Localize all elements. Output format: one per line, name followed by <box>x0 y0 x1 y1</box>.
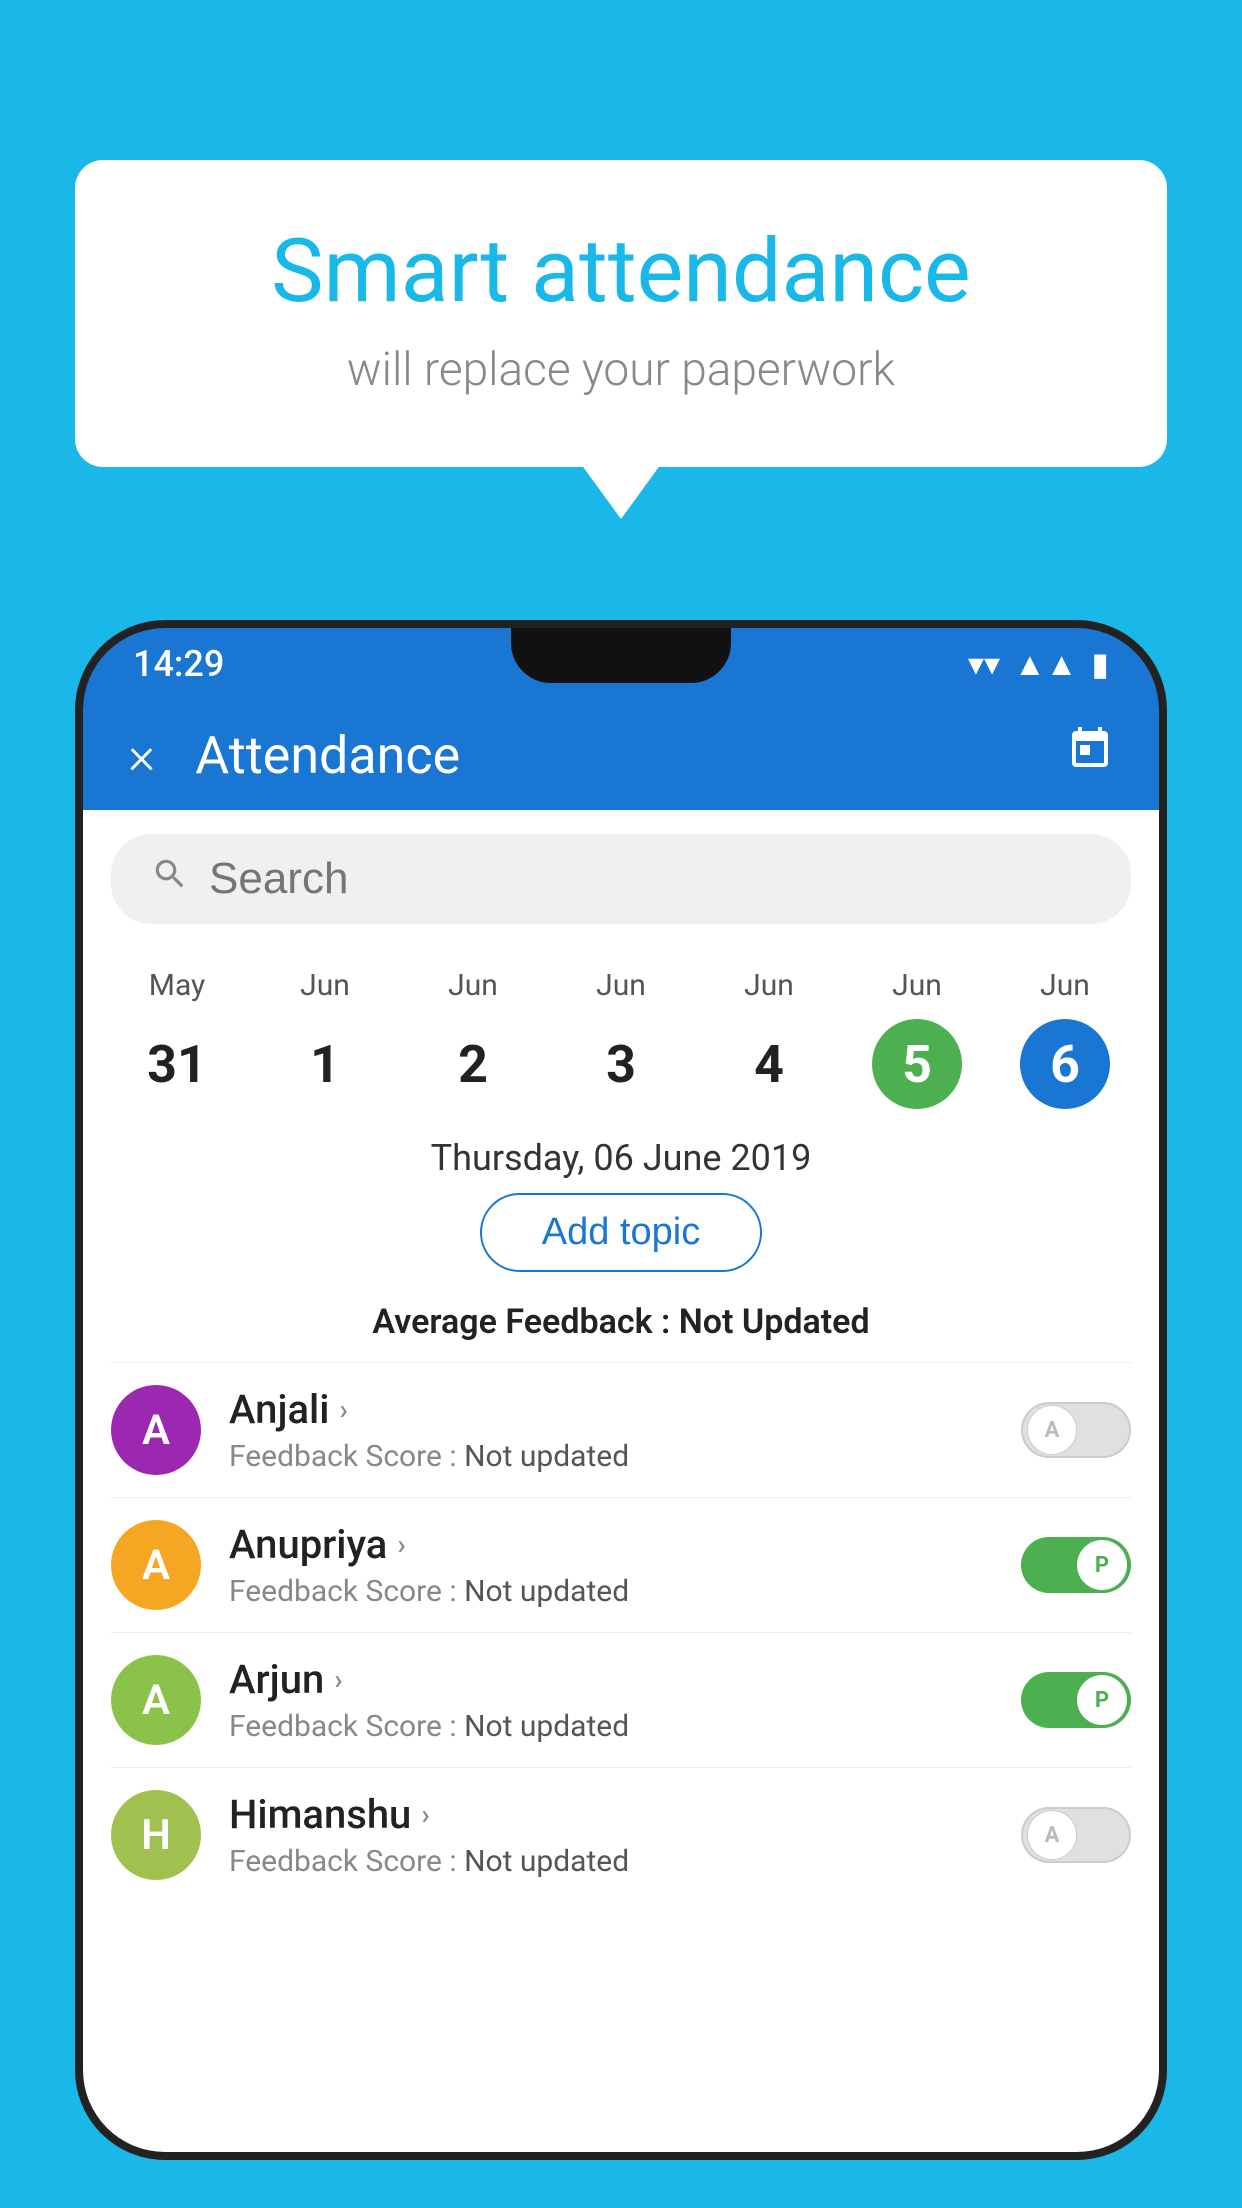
battery-icon: ▮ <box>1091 645 1109 683</box>
date-day[interactable]: 2 <box>428 1019 518 1109</box>
avatar: H <box>111 1790 201 1880</box>
attendance-toggle[interactable]: A <box>1021 1402 1131 1458</box>
toggle-knob: A <box>1027 1405 1077 1455</box>
avg-feedback-label: Average Feedback : <box>372 1302 678 1342</box>
app-title: Attendance <box>195 725 1026 786</box>
date-month: Jun <box>596 968 646 1003</box>
calendar-icon[interactable] <box>1066 725 1114 785</box>
student-item[interactable]: A Arjun › Feedback Score : Not updated P <box>111 1632 1131 1767</box>
student-feedback: Feedback Score : Not updated <box>229 1709 993 1744</box>
date-month: Jun <box>892 968 942 1003</box>
date-month: Jun <box>1040 968 1090 1003</box>
student-feedback: Feedback Score : Not updated <box>229 1574 993 1609</box>
chevron-icon: › <box>339 1393 347 1426</box>
student-info: Himanshu › Feedback Score : Not updated <box>229 1791 993 1879</box>
status-time: 14:29 <box>133 643 224 685</box>
avatar: A <box>111 1520 201 1610</box>
date-col[interactable]: Jun 3 <box>547 968 695 1109</box>
date-col[interactable]: Jun 2 <box>399 968 547 1109</box>
student-item[interactable]: A Anjali › Feedback Score : Not updated A <box>111 1362 1131 1497</box>
date-day[interactable]: 3 <box>576 1019 666 1109</box>
student-feedback: Feedback Score : Not updated <box>229 1844 993 1879</box>
date-col[interactable]: Jun 5 <box>843 968 991 1109</box>
toggle-knob: A <box>1027 1810 1077 1860</box>
date-day[interactable]: 1 <box>280 1019 370 1109</box>
avatar: A <box>111 1655 201 1745</box>
toggle-container[interactable]: P <box>1021 1537 1131 1593</box>
app-bar: × Attendance <box>83 700 1159 810</box>
avg-feedback: Average Feedback : Not Updated <box>83 1292 1159 1362</box>
date-col[interactable]: May 31 <box>103 968 251 1109</box>
add-topic-button[interactable]: Add topic <box>480 1193 762 1272</box>
student-info: Anjali › Feedback Score : Not updated <box>229 1386 993 1474</box>
date-month: Jun <box>448 968 498 1003</box>
date-col[interactable]: Jun 4 <box>695 968 843 1109</box>
date-day[interactable]: 31 <box>132 1019 222 1109</box>
attendance-toggle[interactable]: P <box>1021 1672 1131 1728</box>
student-item[interactable]: H Himanshu › Feedback Score : Not updated A <box>111 1767 1131 1902</box>
chevron-icon: › <box>421 1798 429 1831</box>
date-day[interactable]: 4 <box>724 1019 814 1109</box>
avatar: A <box>111 1385 201 1475</box>
screen-content: May 31 Jun 1 Jun 2 Jun 3 Jun 4 Jun 5 Jun 6 Thursday, … <box>83 810 1159 2152</box>
date-month: Jun <box>744 968 794 1003</box>
status-icons: ▾▾ ▲▲ ▮ <box>968 645 1109 683</box>
bubble-subtitle: will replace your paperwork <box>155 343 1087 397</box>
date-day[interactable]: 5 <box>872 1019 962 1109</box>
signal-icon: ▲▲ <box>1014 645 1077 683</box>
student-info: Anupriya › Feedback Score : Not updated <box>229 1521 993 1609</box>
date-day[interactable]: 6 <box>1020 1019 1110 1109</box>
attendance-toggle[interactable]: A <box>1021 1807 1131 1863</box>
close-button[interactable]: × <box>128 725 155 786</box>
student-info: Arjun › Feedback Score : Not updated <box>229 1656 993 1744</box>
student-feedback: Feedback Score : Not updated <box>229 1439 993 1474</box>
date-col[interactable]: Jun 1 <box>251 968 399 1109</box>
date-scroller: May 31 Jun 1 Jun 2 Jun 3 Jun 4 Jun 5 Jun 6 <box>83 948 1159 1119</box>
wifi-icon: ▾▾ <box>968 645 1000 683</box>
chevron-icon: › <box>397 1528 405 1561</box>
student-name: Anjali › <box>229 1386 993 1433</box>
bubble-title: Smart attendance <box>155 220 1087 323</box>
date-month: May <box>149 968 205 1003</box>
speech-bubble: Smart attendance will replace your paper… <box>75 160 1167 467</box>
student-name: Arjun › <box>229 1656 993 1703</box>
avg-feedback-value: Not Updated <box>679 1302 870 1342</box>
phone-frame: 14:29 ▾▾ ▲▲ ▮ × Attendance <box>75 620 1167 2160</box>
student-list: AAnjali ›Feedback Score : Not updatedAAA… <box>83 1362 1159 1902</box>
attendance-toggle[interactable]: P <box>1021 1537 1131 1593</box>
toggle-knob: P <box>1077 1675 1127 1725</box>
date-col[interactable]: Jun 6 <box>991 968 1139 1109</box>
student-name: Anupriya › <box>229 1521 993 1568</box>
date-month: Jun <box>300 968 350 1003</box>
search-input[interactable] <box>209 854 1091 904</box>
toggle-container[interactable]: A <box>1021 1807 1131 1863</box>
student-name: Himanshu › <box>229 1791 993 1838</box>
toggle-knob: P <box>1077 1540 1127 1590</box>
search-bar[interactable] <box>111 834 1131 924</box>
selected-date-label: Thursday, 06 June 2019 <box>83 1119 1159 1193</box>
chevron-icon: › <box>334 1663 342 1696</box>
notch <box>511 628 731 683</box>
toggle-container[interactable]: P <box>1021 1672 1131 1728</box>
student-item[interactable]: A Anupriya › Feedback Score : Not updated P <box>111 1497 1131 1632</box>
toggle-container[interactable]: A <box>1021 1402 1131 1458</box>
search-icon <box>151 855 189 903</box>
